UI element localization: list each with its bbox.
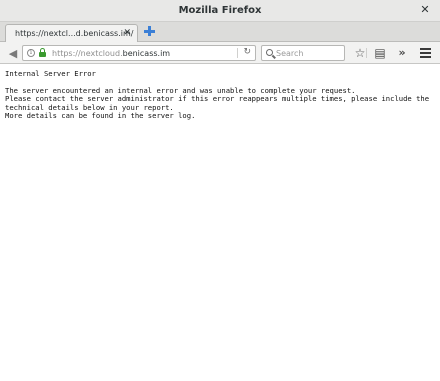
- tab-bar: https://nextcl...d.benicass.im/ ✕: [0, 22, 440, 43]
- url-text[interactable]: https://nextcloud.benicass.im: [52, 49, 170, 58]
- reload-icon[interactable]: ↻: [243, 47, 251, 57]
- star-icon[interactable]: ☆: [353, 46, 367, 60]
- library-icon[interactable]: ▤: [373, 46, 387, 60]
- back-arrow-icon[interactable]: ◀: [6, 47, 20, 60]
- info-icon[interactable]: i: [27, 49, 35, 57]
- close-icon[interactable]: ✕: [418, 3, 432, 17]
- url-bar[interactable]: i https://nextcloud.benicass.im ↻: [22, 45, 256, 61]
- error-heading: Internal Server Error: [5, 69, 96, 78]
- search-icon: [266, 49, 273, 56]
- search-placeholder: Search: [276, 49, 304, 58]
- error-contact-message: Please contact the server administrator …: [5, 94, 434, 112]
- divider: [237, 48, 238, 58]
- search-input[interactable]: Search: [261, 45, 345, 61]
- close-icon[interactable]: ✕: [123, 28, 131, 38]
- window-title: Mozilla Firefox: [178, 5, 262, 16]
- tab-nextcloud[interactable]: https://nextcl...d.benicass.im/ ✕: [5, 24, 138, 43]
- chevron-double-right-icon[interactable]: »: [395, 46, 409, 60]
- window-titlebar: Mozilla Firefox ✕: [0, 0, 440, 22]
- lock-icon[interactable]: [39, 48, 46, 58]
- navigation-toolbar: ◀ i https://nextcloud.benicass.im ↻ Sear…: [0, 42, 440, 64]
- page-content: Internal Server Error The server encount…: [0, 65, 440, 381]
- hamburger-menu-icon[interactable]: [420, 48, 431, 58]
- divider: [366, 48, 367, 58]
- url-domain: benicass.im: [122, 49, 171, 58]
- plus-icon[interactable]: [143, 25, 155, 37]
- url-prefix: https://nextcloud.: [52, 49, 123, 58]
- tab-label: https://nextcl...d.benicass.im/: [15, 29, 134, 38]
- error-log-hint: More details can be found in the server …: [5, 111, 196, 121]
